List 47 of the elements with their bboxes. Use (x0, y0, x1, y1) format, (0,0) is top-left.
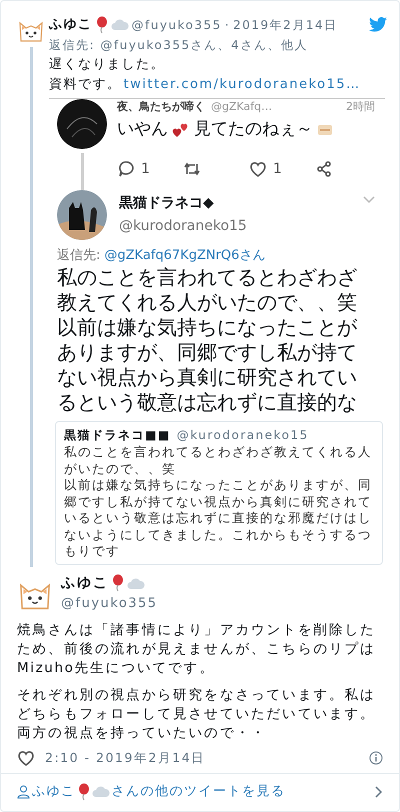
tweet-link[interactable]: twitter.com/kurodoraneko15… (124, 75, 361, 94)
retweet-icon[interactable] (183, 160, 201, 178)
mention-link[interactable]: @gZKafq67KgZNrQ6さん (104, 246, 266, 265)
author-name[interactable]: ふゆこ (49, 15, 92, 34)
heart-icon[interactable] (17, 749, 35, 768)
info-icon[interactable] (369, 751, 383, 766)
tweet-date[interactable]: 2019年2月14日 (233, 16, 338, 34)
bird-logo-icon[interactable] (369, 17, 387, 32)
author-name: 黒猫ドラネコ◆ (119, 194, 215, 212)
cloud-icon (127, 576, 145, 590)
share-icon[interactable] (315, 160, 333, 178)
post-time: 2時間 (346, 98, 375, 114)
balloon-icon (78, 782, 90, 800)
chevron-right-icon (375, 786, 383, 798)
author-name[interactable]: ふゆこ (61, 572, 109, 594)
more-tweets-link[interactable]: ふゆこ さんの他のツイートを見る (1, 772, 399, 810)
author-name: 夜、鳥たちが啼く (117, 98, 205, 114)
user-handle: @fuyuko355 (132, 16, 222, 34)
user-handle: @kurodoraneko15 (119, 216, 248, 236)
action-count: 1 (273, 160, 282, 178)
user-handle[interactable]: @fuyuko355 (61, 594, 158, 613)
tweet-text: 焼鳥さんは「諸事情により」アカウントを削除したため、前後の流れが見えませんが、こちらのリプはMizuho先生についてです。 (17, 621, 377, 678)
person-icon (17, 784, 30, 798)
action-count: 1 (141, 160, 150, 178)
user-handle: @gZKafq… (211, 98, 272, 114)
user-handle: @kurodoraneko15 (176, 427, 309, 444)
reply-to-label: 返信先: (57, 246, 100, 264)
balloon-icon (112, 574, 124, 592)
post-text: いやん (117, 118, 168, 141)
reply-to-line: 返信先: @fuyuko355さん、4さん、他人 (49, 36, 309, 54)
tweet-text: それぞれ別の視点から研究をなさっています。私はどちらもフォローして見させていただいています。両方の視点を持っていたいので・・ (17, 686, 377, 743)
quoted-text: 以前は嫌な気持ちになったことがありますが、同郷ですし私が持てない視点から真剣に研究されているという敬意は忘れずに直接的な邪魔だけはしないようにしてきました。これからもそうするつもりです (64, 477, 373, 560)
hearts-icon (172, 122, 190, 138)
cloud-icon (110, 18, 128, 32)
tweet-text-line: 遅くなりました。 (49, 56, 166, 74)
quoted-text: 私のことを言われてるとわざわざ教えてくれる人がいたので、、笑 (64, 444, 373, 477)
reply-icon[interactable] (117, 160, 135, 178)
post-text: 見てたのねぇ～ (194, 118, 313, 141)
cloud-icon (92, 785, 110, 798)
post-text: 私のことを言われてるとわざわざ教えてくれる人がいたので、、笑以前は嫌な気持ちになったことがありますが、同郷ですし私が持てない視点から真剣に研究されているという敬意は忘れずに直接的な (57, 265, 358, 415)
food-icon (317, 124, 333, 136)
author-name: 黒猫ドラネコ■■ (64, 427, 171, 444)
heart-icon[interactable] (249, 160, 267, 178)
tweet-text-line: 資料です。 (49, 76, 122, 94)
balloon-icon (96, 16, 108, 34)
separator: · (224, 16, 230, 34)
tweet-timestamp[interactable]: 2:10 - 2019年2月14日 (45, 749, 206, 768)
